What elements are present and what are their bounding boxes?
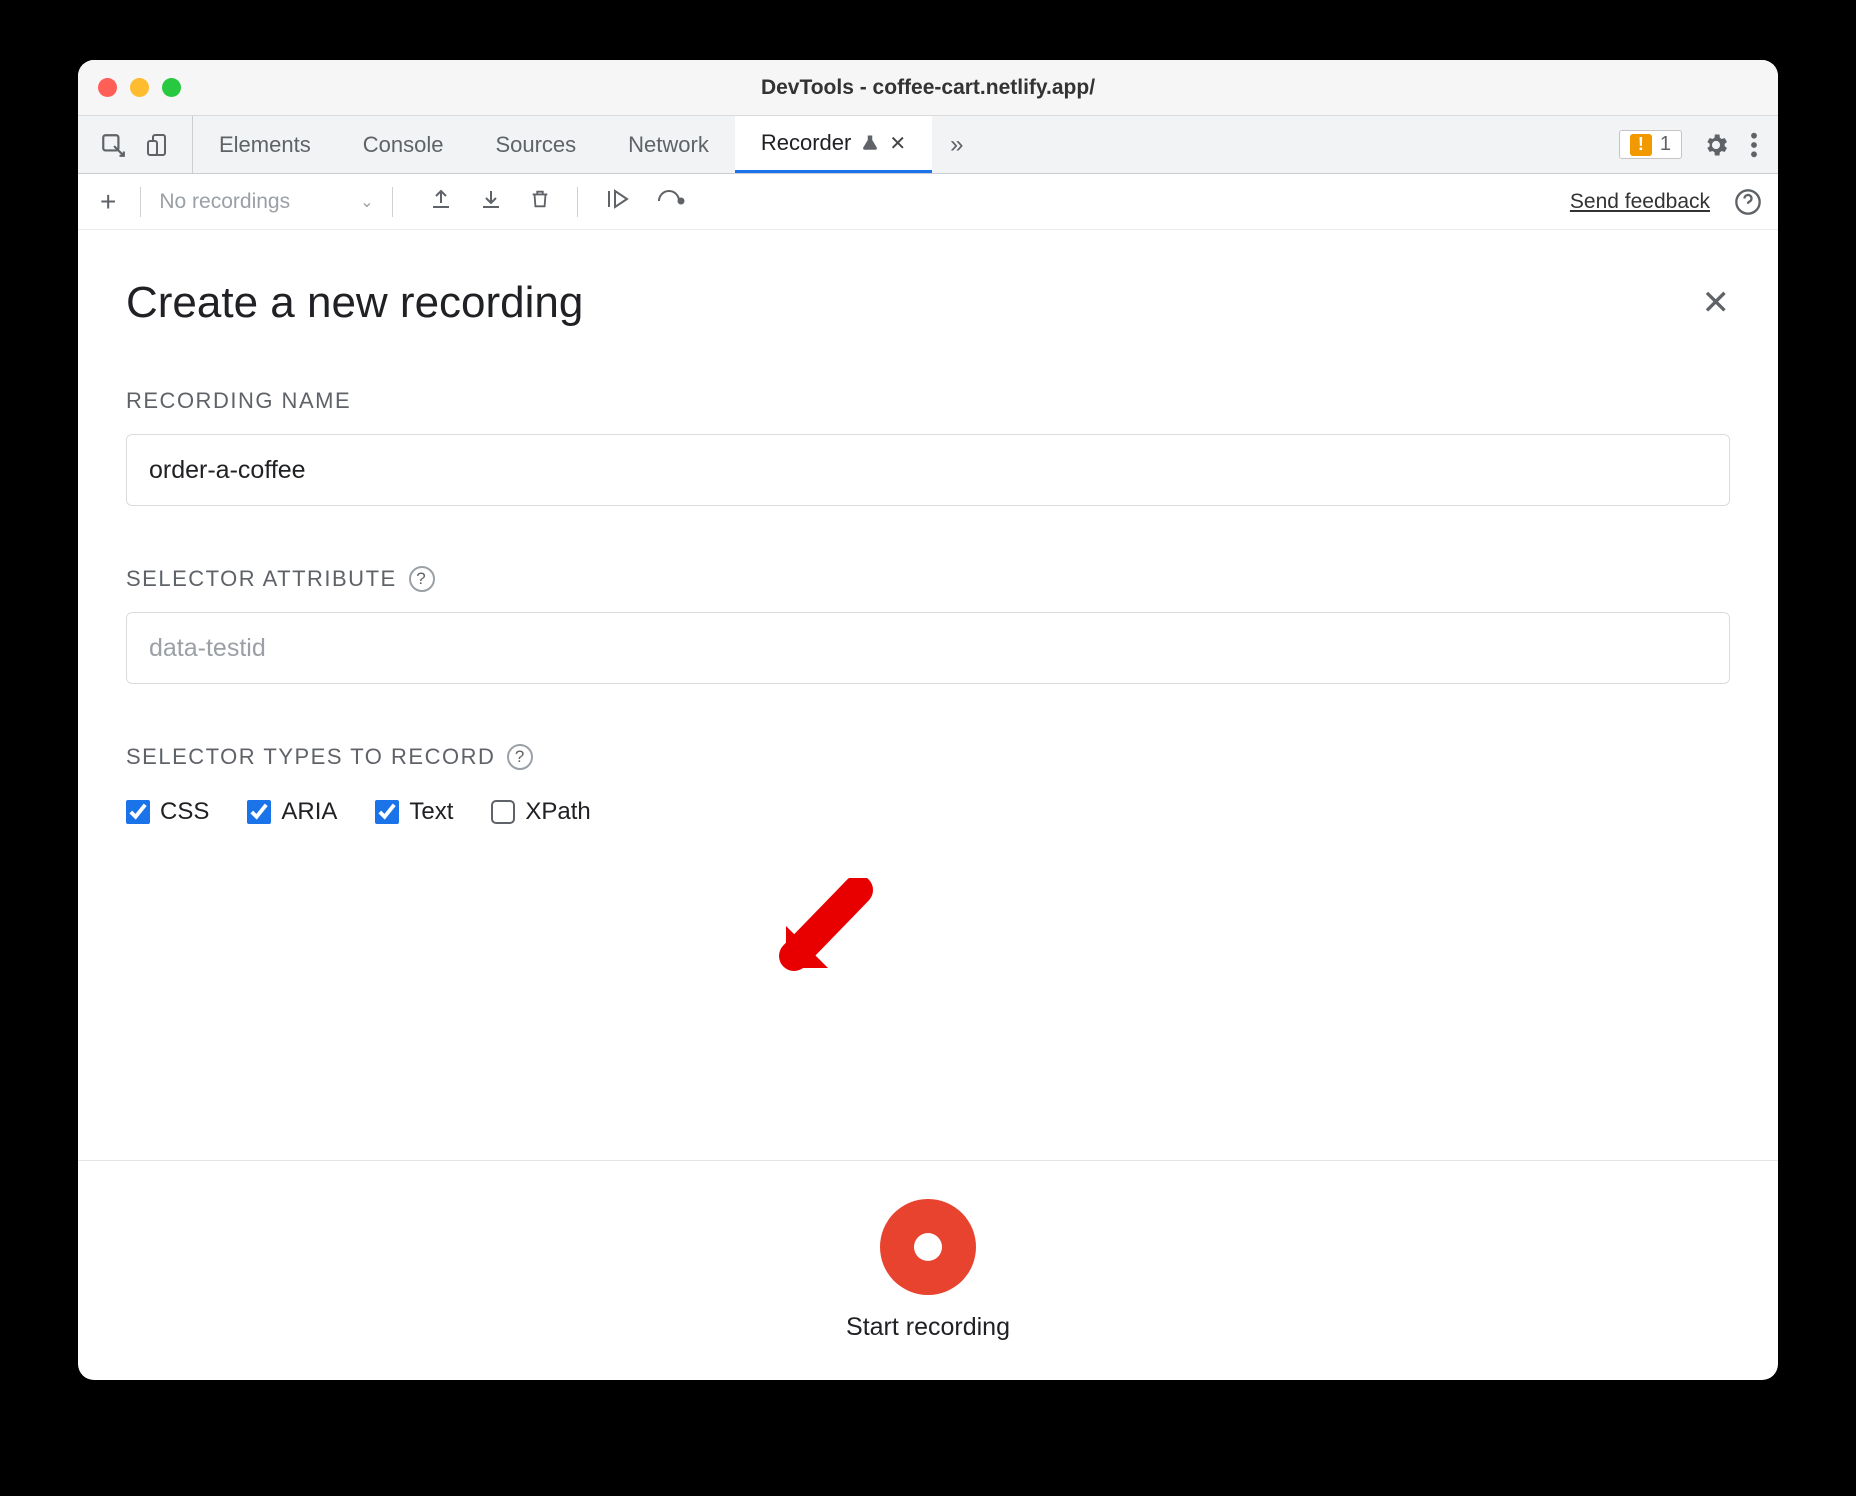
recorder-content: Create a new recording ✕ RECORDING NAME … — [78, 230, 1778, 1160]
checkbox-label: CSS — [160, 798, 209, 826]
settings-icon[interactable] — [1702, 131, 1730, 159]
checkbox-input[interactable] — [375, 800, 399, 824]
recording-name-input[interactable] — [126, 434, 1730, 506]
help-icon[interactable] — [1734, 188, 1762, 216]
tab-label: Elements — [219, 132, 311, 158]
start-recording-label: Start recording — [846, 1313, 1010, 1342]
window-title: DevTools - coffee-cart.netlify.app/ — [78, 76, 1778, 100]
import-icon[interactable] — [479, 187, 503, 217]
checkbox-aria[interactable]: ARIA — [247, 798, 337, 826]
toggle-device-icon[interactable] — [146, 132, 170, 158]
recording-name-section: RECORDING NAME — [126, 388, 1730, 506]
flask-icon — [861, 133, 879, 153]
tabs-overflow-icon[interactable]: » — [932, 116, 981, 173]
label-text: SELECTOR ATTRIBUTE — [126, 566, 397, 592]
help-icon[interactable]: ? — [507, 744, 533, 770]
recordings-dropdown[interactable]: No recordings ⌄ — [159, 190, 373, 214]
recording-name-label: RECORDING NAME — [126, 388, 1730, 414]
selector-types-label: SELECTOR TYPES TO RECORD ? — [126, 744, 1730, 770]
tab-label: Console — [363, 132, 444, 158]
select-element-icon[interactable] — [100, 132, 126, 158]
help-icon[interactable]: ? — [409, 566, 435, 592]
close-page-icon[interactable]: ✕ — [1702, 283, 1731, 323]
selector-types-section: SELECTOR TYPES TO RECORD ? CSS ARIA Text — [126, 744, 1730, 826]
titlebar: DevTools - coffee-cart.netlify.app/ — [78, 60, 1778, 116]
selector-attribute-section: SELECTOR ATTRIBUTE ? — [126, 566, 1730, 684]
more-icon[interactable] — [1750, 131, 1758, 159]
page-title: Create a new recording — [126, 278, 583, 328]
selector-types-checkboxes: CSS ARIA Text XPath — [126, 798, 1730, 826]
close-tab-icon[interactable]: ✕ — [889, 131, 906, 156]
tab-sources[interactable]: Sources — [469, 116, 602, 173]
selector-attribute-label: SELECTOR ATTRIBUTE ? — [126, 566, 1730, 592]
tab-console[interactable]: Console — [337, 116, 470, 173]
close-window-button[interactable] — [98, 78, 117, 97]
send-feedback-link[interactable]: Send feedback — [1570, 190, 1710, 214]
checkbox-label: Text — [409, 798, 453, 826]
start-recording-button[interactable] — [880, 1199, 976, 1295]
zoom-window-button[interactable] — [162, 78, 181, 97]
issues-badge[interactable]: ! 1 — [1619, 130, 1682, 159]
page-header: Create a new recording ✕ — [126, 278, 1730, 328]
warning-icon: ! — [1630, 134, 1652, 156]
traffic-lights — [78, 78, 181, 97]
tab-label: Sources — [495, 132, 576, 158]
label-text: SELECTOR TYPES TO RECORD — [126, 744, 495, 770]
divider — [140, 187, 141, 217]
divider — [577, 187, 578, 217]
checkbox-label: XPath — [525, 798, 590, 826]
tab-recorder[interactable]: Recorder ✕ — [735, 116, 932, 173]
checkbox-xpath[interactable]: XPath — [491, 798, 590, 826]
checkbox-text[interactable]: Text — [375, 798, 453, 826]
checkbox-input[interactable] — [126, 800, 150, 824]
tabbar-right: ! 1 — [1599, 116, 1778, 173]
toolbar-right: Send feedback — [1570, 188, 1762, 216]
checkbox-input[interactable] — [491, 800, 515, 824]
tabs: Elements Console Sources Network Recorde… — [193, 116, 1599, 173]
checkbox-label: ARIA — [281, 798, 337, 826]
arrow-annotation — [776, 878, 876, 988]
devtools-window: DevTools - coffee-cart.netlify.app/ Elem… — [78, 60, 1778, 1380]
selector-attribute-input[interactable] — [126, 612, 1730, 684]
recordings-dropdown-label: No recordings — [159, 190, 290, 214]
footer: Start recording — [78, 1160, 1778, 1380]
toolbar-icons — [429, 187, 686, 217]
minimize-window-button[interactable] — [130, 78, 149, 97]
issues-count: 1 — [1660, 133, 1671, 156]
new-recording-icon[interactable]: + — [94, 186, 122, 218]
tab-label: Network — [628, 132, 709, 158]
divider — [392, 187, 393, 217]
tab-network[interactable]: Network — [602, 116, 735, 173]
continue-icon[interactable] — [604, 187, 630, 217]
tabbar-left-controls — [78, 116, 193, 173]
checkbox-input[interactable] — [247, 800, 271, 824]
delete-icon[interactable] — [529, 187, 551, 217]
checkbox-css[interactable]: CSS — [126, 798, 209, 826]
export-icon[interactable] — [429, 187, 453, 217]
tab-elements[interactable]: Elements — [193, 116, 337, 173]
recorder-toolbar: + No recordings ⌄ Send feedback — [78, 174, 1778, 230]
record-dot-icon — [914, 1233, 942, 1261]
tab-label: Recorder — [761, 130, 851, 156]
step-icon[interactable] — [656, 187, 686, 217]
devtools-tabbar: Elements Console Sources Network Recorde… — [78, 116, 1778, 174]
chevron-down-icon: ⌄ — [360, 192, 373, 212]
